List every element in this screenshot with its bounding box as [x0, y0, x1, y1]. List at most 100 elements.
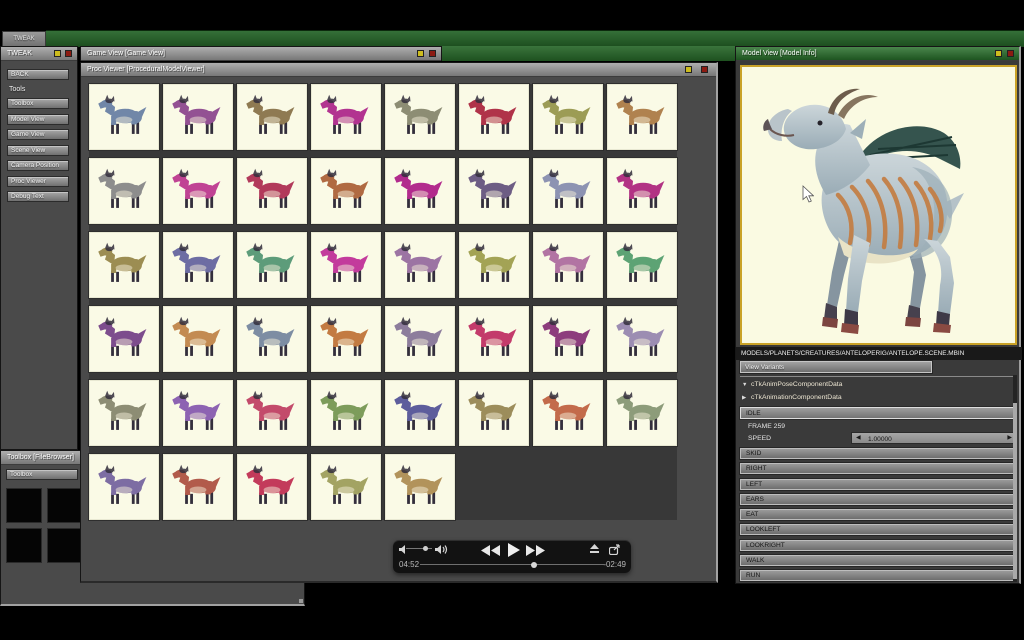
anim-button-walk[interactable]: WALK — [740, 555, 1016, 566]
minimize-icon[interactable] — [417, 50, 424, 57]
creature-variant-23[interactable] — [533, 232, 603, 298]
volume-slider[interactable] — [406, 548, 432, 549]
close-icon[interactable] — [1007, 50, 1014, 57]
sidebar-item-scene-view[interactable]: Scene View — [7, 145, 69, 156]
file-tile[interactable] — [47, 488, 83, 523]
creature-variant-6[interactable] — [459, 84, 529, 150]
tweak-titlebar[interactable]: TWEAK — [1, 47, 77, 61]
anim-button-lookleft[interactable]: LOOKLEFT — [740, 524, 1016, 535]
creature-variant-9[interactable] — [89, 158, 159, 224]
anim-button-eat[interactable]: EAT — [740, 509, 1016, 520]
minimize-icon[interactable] — [995, 50, 1002, 57]
creature-variant-7[interactable] — [533, 84, 603, 150]
creature-variant-26[interactable] — [163, 306, 233, 372]
toolbox-button[interactable]: Toolbox — [6, 469, 78, 480]
creature-variant-1[interactable] — [89, 84, 159, 150]
creature-variant-4[interactable] — [311, 84, 381, 150]
creature-variant-13[interactable] — [385, 158, 455, 224]
volume-loud-icon[interactable] — [435, 544, 448, 555]
anim-button-left[interactable]: LEFT — [740, 479, 1016, 490]
creature-variant-15[interactable] — [533, 158, 603, 224]
seek-knob[interactable] — [531, 562, 537, 568]
creature-variant-5[interactable] — [385, 84, 455, 150]
creature-variant-22[interactable] — [459, 232, 529, 298]
close-icon[interactable] — [701, 66, 708, 73]
creature-variant-34[interactable] — [163, 380, 233, 446]
spinner-increment-icon[interactable]: ▶ — [1007, 435, 1012, 442]
speed-spinner[interactable]: ◀ 1.00000 ▶ — [851, 432, 1016, 444]
frame-advance-icon[interactable] — [589, 544, 600, 555]
creature-variant-37[interactable] — [385, 380, 455, 446]
creature-variant-41[interactable] — [89, 454, 159, 520]
game-view-titlebar[interactable]: Game View [Game View] — [81, 47, 441, 61]
volume-mute-icon[interactable] — [399, 545, 406, 554]
sidebar-item-proc-viewer[interactable]: Proc Viewer — [7, 176, 69, 187]
creature-variant-38[interactable] — [459, 380, 529, 446]
creature-variant-32[interactable] — [607, 306, 677, 372]
close-icon[interactable] — [65, 50, 72, 57]
creature-variant-40[interactable] — [607, 380, 677, 446]
creature-variant-14[interactable] — [459, 158, 529, 224]
sidebar-item-game-view[interactable]: Game View — [7, 129, 69, 140]
creature-variant-30[interactable] — [459, 306, 529, 372]
seek-bar[interactable] — [420, 564, 604, 565]
resize-grip[interactable] — [299, 599, 303, 603]
creature-variant-29[interactable] — [385, 306, 455, 372]
close-icon[interactable] — [429, 50, 436, 57]
creature-variant-21[interactable] — [385, 232, 455, 298]
proc-viewer-titlebar[interactable]: Proc Viewer [ProceduralModelViewer] — [81, 63, 716, 77]
triangle-right-icon[interactable]: ▶ — [742, 395, 751, 401]
sidebar-item-debug-text[interactable]: Debug Text — [7, 191, 69, 202]
creature-variant-42[interactable] — [163, 454, 233, 520]
anim-button-ears[interactable]: EARS — [740, 494, 1016, 505]
rewind-button[interactable] — [481, 545, 501, 556]
creature-variant-16[interactable] — [607, 158, 677, 224]
anim-button-right[interactable]: RIGHT — [740, 463, 1016, 474]
creature-variant-27[interactable] — [237, 306, 307, 372]
creature-variant-36[interactable] — [311, 380, 381, 446]
creature-variant-33[interactable] — [89, 380, 159, 446]
creature-variant-11[interactable] — [237, 158, 307, 224]
scrollbar-thumb[interactable] — [1013, 403, 1017, 579]
anim-button-lookright[interactable]: LOOKRIGHT — [740, 540, 1016, 551]
anim-button-skid[interactable]: SKID — [740, 448, 1016, 459]
triangle-down-icon[interactable]: ▼ — [742, 382, 751, 388]
creature-variant-24[interactable] — [607, 232, 677, 298]
creature-variant-28[interactable] — [311, 306, 381, 372]
sidebar-item-camera-position[interactable]: Camera Position — [7, 160, 69, 171]
minimize-icon[interactable] — [685, 66, 692, 73]
creature-variant-44[interactable] — [311, 454, 381, 520]
tree-item-animation[interactable]: ▶cTkAnimationComponentData — [742, 394, 842, 401]
creature-variant-8[interactable] — [607, 84, 677, 150]
spinner-decrement-icon[interactable]: ◀ — [856, 435, 861, 442]
creature-variant-19[interactable] — [237, 232, 307, 298]
creature-variant-3[interactable] — [237, 84, 307, 150]
minimize-icon[interactable] — [54, 50, 61, 57]
play-button[interactable] — [508, 543, 520, 557]
scrollbar[interactable] — [1013, 375, 1017, 581]
playback-overlay[interactable]: 04:52 -02:49 — [393, 540, 631, 573]
view-variants-button[interactable]: View Variants — [740, 361, 932, 373]
creature-variant-31[interactable] — [533, 306, 603, 372]
creature-variant-25[interactable] — [89, 306, 159, 372]
back-button[interactable]: BACK — [7, 69, 69, 80]
sidebar-item-toolbox[interactable]: Toolbox — [7, 98, 69, 109]
sidebar-item-model-view[interactable]: Model View — [7, 114, 69, 125]
creature-variant-17[interactable] — [89, 232, 159, 298]
creature-variant-43[interactable] — [237, 454, 307, 520]
model-viewport[interactable] — [740, 65, 1017, 345]
creature-variant-39[interactable] — [533, 380, 603, 446]
creature-variant-10[interactable] — [163, 158, 233, 224]
volume-knob[interactable] — [423, 546, 428, 551]
tree-item-animpose[interactable]: ▼cTkAnimPoseComponentData — [742, 381, 842, 388]
file-tile[interactable] — [6, 528, 42, 563]
anim-button-run[interactable]: RUN — [740, 570, 1016, 581]
model-view-titlebar[interactable]: Model View [Model Info] — [736, 47, 1019, 61]
file-tile[interactable] — [6, 488, 42, 523]
creature-variant-12[interactable] — [311, 158, 381, 224]
creature-variant-20[interactable] — [311, 232, 381, 298]
creature-variant-2[interactable] — [163, 84, 233, 150]
creature-variant-35[interactable] — [237, 380, 307, 446]
creature-variant-45[interactable] — [385, 454, 455, 520]
share-icon[interactable] — [609, 544, 621, 555]
